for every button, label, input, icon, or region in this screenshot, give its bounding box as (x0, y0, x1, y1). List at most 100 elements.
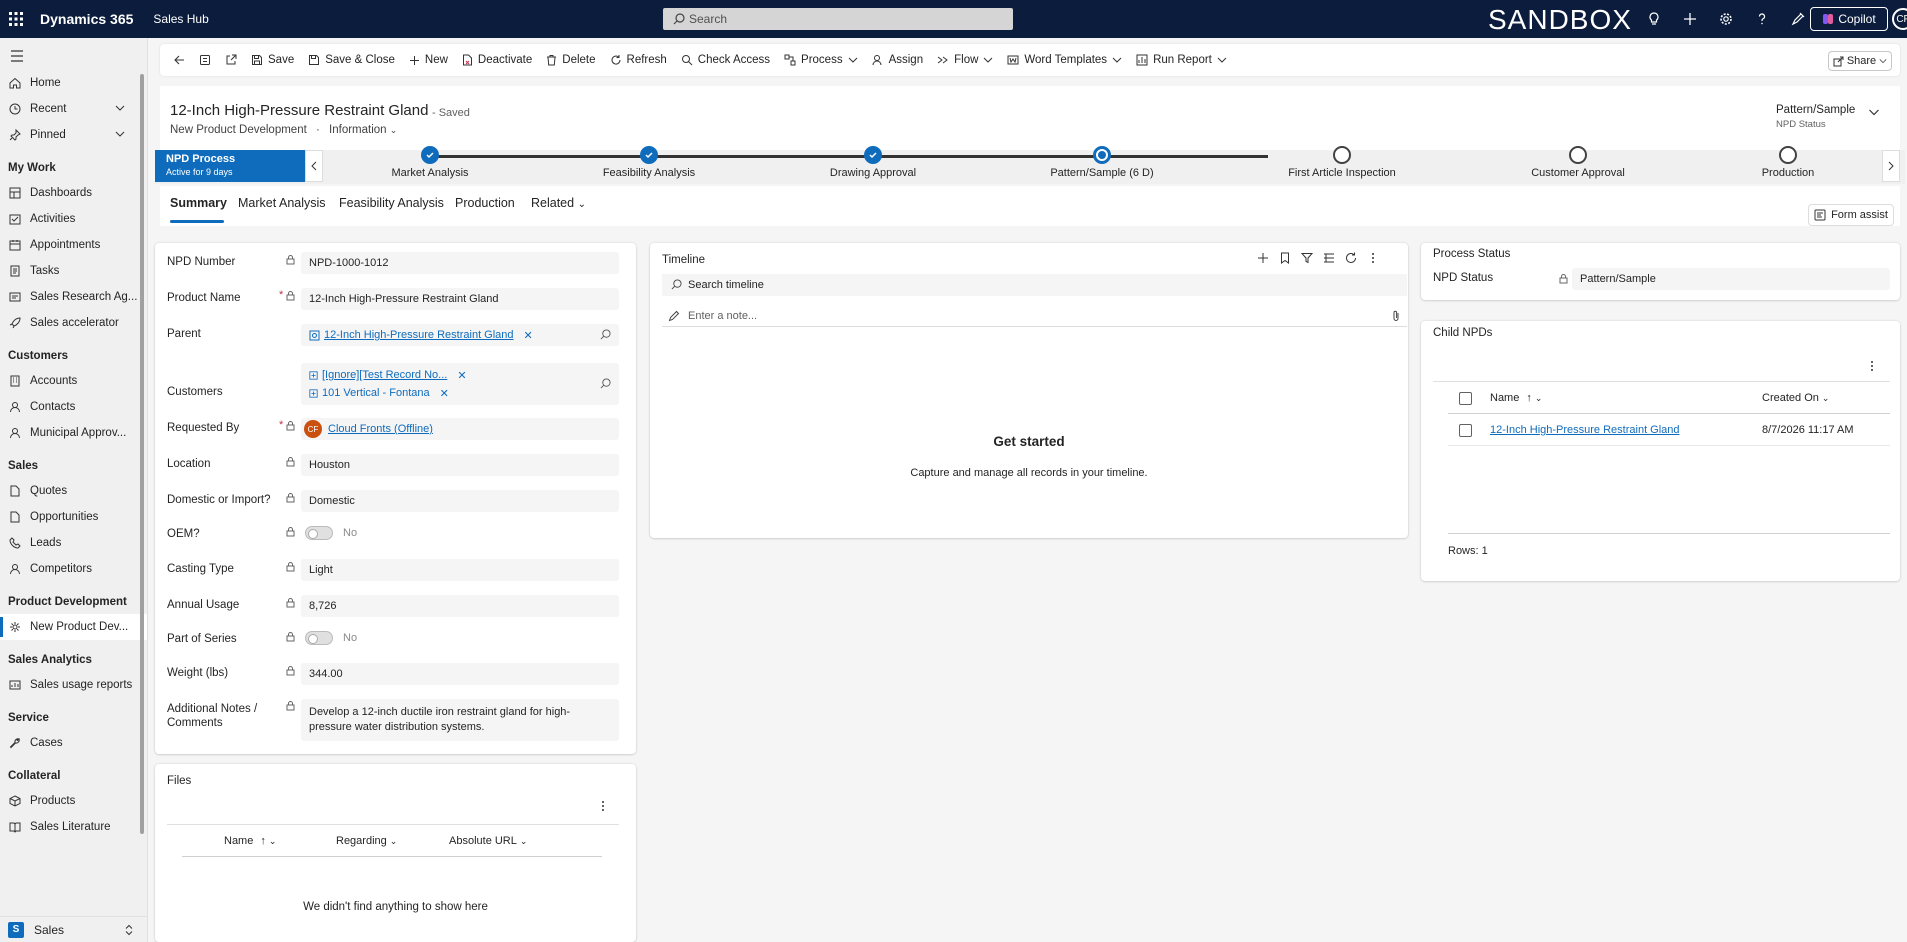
tab-market-analysis[interactable]: Market Analysis (238, 196, 326, 210)
more-options-icon[interactable] (1870, 360, 1874, 372)
child-npds-column-created-on[interactable]: Created On ⌄ (1762, 392, 1829, 404)
product-name-value[interactable]: 12-Inch High-Pressure Restraint Gland (301, 288, 619, 310)
sidebar-item-products[interactable]: Products (0, 788, 147, 814)
npd-status-value[interactable]: Pattern/Sample (1572, 268, 1890, 290)
new-button[interactable]: New (402, 44, 455, 76)
sidebar-item-sales-usage-reports[interactable]: Sales usage reports (0, 672, 147, 698)
process-button[interactable]: Process (777, 44, 865, 76)
select-all-checkbox[interactable] (1459, 392, 1472, 405)
run-report-button[interactable]: Run Report (1129, 44, 1234, 76)
lightbulb-icon[interactable] (1636, 0, 1672, 38)
timeline-search-input[interactable]: Search timeline (662, 274, 1407, 296)
sidebar-item-recent[interactable]: Recent (0, 96, 147, 122)
sidebar-item-contacts[interactable]: Contacts (0, 394, 147, 420)
search-icon[interactable] (600, 329, 611, 340)
form-assist-button[interactable]: Form assist (1808, 204, 1894, 226)
open-new-window-button[interactable] (218, 44, 244, 76)
bpf-next-button[interactable] (1882, 150, 1900, 182)
back-button[interactable] (166, 44, 192, 76)
sidebar-item-sales-research[interactable]: Sales Research Ag... (0, 284, 147, 310)
sidebar-scrollbar[interactable] (140, 74, 144, 834)
delete-button[interactable]: Delete (539, 44, 602, 76)
sidebar-item-pinned[interactable]: Pinned (0, 122, 147, 148)
bpf-stage-customer-approval[interactable]: Customer Approval (1498, 146, 1658, 179)
deactivate-button[interactable]: Deactivate (455, 44, 539, 76)
sidebar-item-cases[interactable]: Cases (0, 730, 147, 756)
tab-summary[interactable]: Summary (170, 196, 227, 210)
plus-icon[interactable] (1256, 251, 1270, 265)
more-options-icon[interactable] (601, 800, 605, 812)
sidebar-item-accounts[interactable]: Accounts (0, 368, 147, 394)
parent-lookup-link[interactable]: 12-Inch High-Pressure Restraint Gland (324, 329, 514, 341)
requested-by-lookup[interactable]: CF Cloud Fronts (Offline) (301, 418, 619, 440)
parent-lookup[interactable]: 12-Inch High-Pressure Restraint Gland ✕ (301, 324, 619, 346)
tab-feasibility-analysis[interactable]: Feasibility Analysis (339, 196, 444, 210)
parent-lookup-chip[interactable]: 12-Inch High-Pressure Restraint Gland ✕ (309, 329, 533, 342)
bpf-stage-market-analysis[interactable]: Market Analysis (350, 146, 510, 179)
customer-chip[interactable]: 101 Vertical - Fontana ✕ (309, 387, 449, 400)
attachment-icon[interactable] (1391, 310, 1401, 322)
more-options-icon[interactable] (1366, 251, 1380, 265)
location-value[interactable]: Houston (301, 454, 619, 476)
flow-button[interactable]: Flow (930, 44, 1000, 76)
sidebar-item-opportunities[interactable]: Opportunities (0, 504, 147, 530)
chevron-down-icon[interactable] (115, 103, 125, 113)
child-npds-column-name[interactable]: Name ↑ ⌄ (1490, 392, 1542, 404)
bpf-stage-feasibility-analysis[interactable]: Feasibility Analysis (569, 146, 729, 179)
annual-usage-value[interactable]: 8,726 (301, 595, 619, 617)
bookmark-icon[interactable] (1278, 251, 1292, 265)
record-set-button[interactable] (192, 44, 218, 76)
assign-button[interactable]: Assign (865, 44, 931, 76)
bpf-stage-drawing-approval[interactable]: Drawing Approval (793, 146, 953, 179)
sidebar-item-activities[interactable]: Activities (0, 206, 147, 232)
sidebar-item-leads[interactable]: Leads (0, 530, 147, 556)
plus-icon[interactable] (1672, 0, 1708, 38)
customer-link[interactable]: [Ignore][Test Record No... (322, 369, 447, 381)
filter-icon[interactable] (1300, 251, 1314, 265)
timeline-note-input[interactable]: Enter a note... (662, 305, 1407, 327)
requested-by-link[interactable]: Cloud Fronts (Offline) (328, 423, 433, 435)
customers-lookup[interactable]: [Ignore][Test Record No... ✕ 101 Vertica… (301, 363, 619, 405)
word-templates-button[interactable]: Word Templates (1000, 44, 1129, 76)
weight-value[interactable]: 344.00 (301, 663, 619, 685)
gear-icon[interactable] (1708, 0, 1744, 38)
header-expand-chevron-icon[interactable] (1868, 106, 1880, 118)
refresh-icon[interactable] (1344, 251, 1358, 265)
bpf-stage-first-article-inspection[interactable]: First Article Inspection (1262, 146, 1422, 179)
area-switcher[interactable]: S Sales (0, 916, 147, 942)
app-name[interactable]: Sales Hub (153, 12, 208, 26)
table-row[interactable]: 12-Inch High-Pressure Restraint Gland 8/… (1448, 414, 1890, 446)
sidebar-item-home[interactable]: Home (0, 70, 147, 96)
sidebar-item-tasks[interactable]: Tasks (0, 258, 147, 284)
sidebar-item-quotes[interactable]: Quotes (0, 478, 147, 504)
sidebar-item-dashboards[interactable]: Dashboards (0, 180, 147, 206)
share-button[interactable]: Share (1828, 51, 1892, 71)
child-npd-name-link[interactable]: 12-Inch High-Pressure Restraint Gland (1490, 424, 1680, 436)
additional-notes-value[interactable]: Develop a 12-inch ductile iron restraint… (301, 699, 619, 741)
brand-name[interactable]: Dynamics 365 (40, 11, 133, 27)
npd-number-value[interactable]: NPD-1000-1012 (301, 252, 619, 274)
files-column-absolute-url[interactable]: Absolute URL ⌄ (449, 835, 527, 847)
help-icon[interactable] (1744, 0, 1780, 38)
customer-chip[interactable]: [Ignore][Test Record No... ✕ (309, 369, 467, 382)
save-close-button[interactable]: Save & Close (301, 44, 402, 76)
remove-icon[interactable]: ✕ (440, 387, 449, 400)
remove-icon[interactable]: ✕ (457, 369, 466, 382)
customer-link[interactable]: 101 Vertical - Fontana (322, 387, 430, 399)
sidebar-item-appointments[interactable]: Appointments (0, 232, 147, 258)
oem-toggle[interactable] (305, 526, 333, 540)
list-icon[interactable] (1322, 251, 1336, 265)
chevron-down-icon[interactable] (115, 129, 125, 139)
global-search-input[interactable]: Search (663, 8, 1013, 30)
sidebar-item-new-product-development[interactable]: New Product Dev... (0, 614, 147, 640)
sidebar-item-competitors[interactable]: Competitors (0, 556, 147, 582)
tab-related[interactable]: Related ⌄ (531, 196, 586, 210)
casting-type-value[interactable]: Light (301, 559, 619, 581)
form-selector[interactable]: Information ⌄ (329, 124, 397, 136)
tab-production[interactable]: Production (455, 196, 515, 210)
hamburger-menu-icon[interactable] (0, 42, 147, 70)
row-checkbox[interactable] (1459, 424, 1472, 437)
save-button[interactable]: Save (244, 44, 301, 76)
bpf-prev-button[interactable] (305, 150, 323, 182)
refresh-button[interactable]: Refresh (603, 44, 674, 76)
